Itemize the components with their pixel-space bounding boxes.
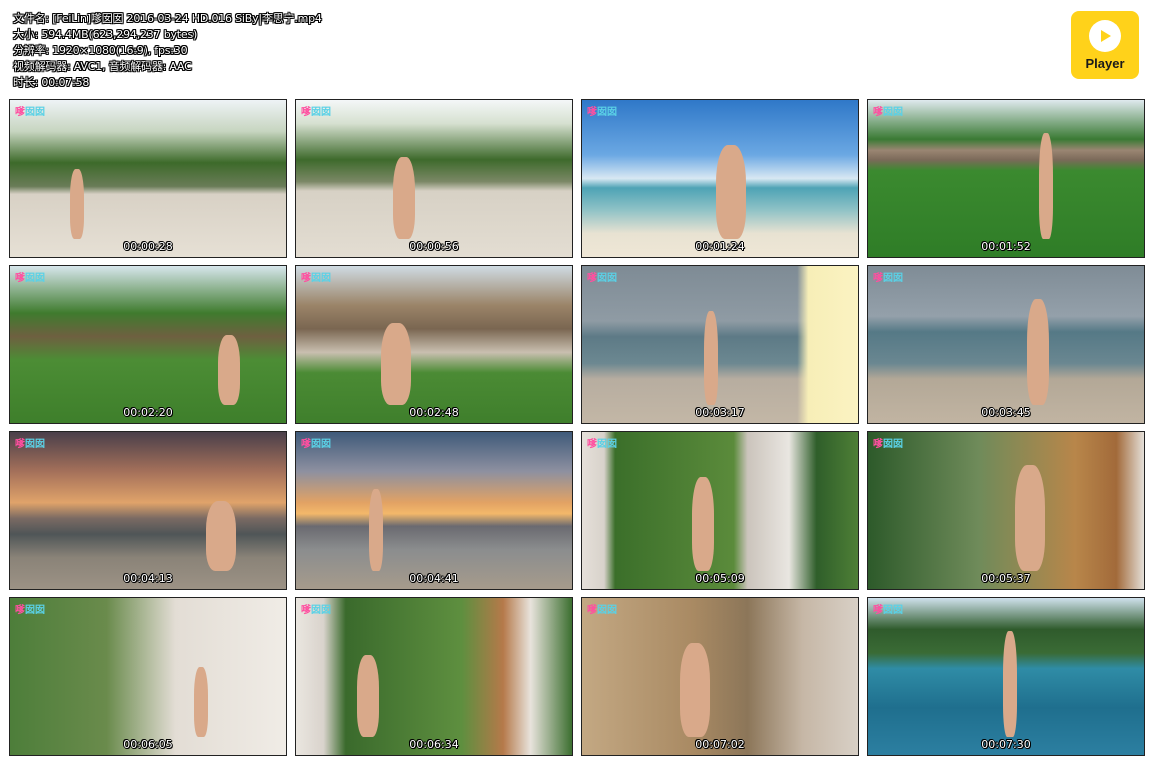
thumbnail-image: [10, 432, 286, 589]
video-thumbnail[interactable]: 嗲囡囡 00:00:28: [9, 99, 287, 258]
watermark-logo: 嗲囡囡: [15, 605, 45, 616]
thumbnail-image: [582, 598, 858, 755]
timestamp-label: 00:05:37: [981, 572, 1031, 585]
timestamp-label: 00:00:56: [409, 240, 459, 253]
person-figure: [206, 501, 236, 571]
watermark-logo: 嗲囡囡: [15, 439, 45, 450]
video-thumbnail[interactable]: 嗲囡囡 00:05:09: [581, 431, 859, 590]
person-figure: [1027, 299, 1049, 405]
player-button[interactable]: Player: [1071, 11, 1139, 79]
watermark-logo: 嗲囡囡: [15, 273, 45, 284]
codec-text: 视频解码器: AVC1, 音频解码器: AAC: [13, 60, 192, 73]
person-figure: [393, 157, 415, 239]
watermark-logo: 嗲囡囡: [587, 605, 617, 616]
video-thumbnail[interactable]: 嗲囡囡 00:06:05: [9, 597, 287, 756]
thumbnail-image: [582, 266, 858, 423]
timestamp-label: 00:02:20: [123, 406, 173, 419]
thumbnail-image: [868, 100, 1144, 257]
timestamp-label: 00:01:52: [981, 240, 1031, 253]
thumbnail-image: [868, 432, 1144, 589]
watermark-logo: 嗲囡囡: [301, 273, 331, 284]
watermark-logo: 嗲囡囡: [587, 439, 617, 450]
timestamp-label: 00:07:02: [695, 738, 745, 751]
video-thumbnail[interactable]: 嗲囡囡 00:02:48: [295, 265, 573, 424]
watermark-logo: 嗲囡囡: [15, 107, 45, 118]
timestamp-label: 00:04:13: [123, 572, 173, 585]
thumbnail-grid: 嗲囡囡 00:00:28 嗲囡囡 00:00:56 嗲囡囡 00:01:24 嗲囡囡 00:0…: [9, 99, 1145, 756]
watermark-logo: 嗲囡囡: [873, 107, 903, 118]
video-thumbnail[interactable]: 嗲囡囡 00:05:37: [867, 431, 1145, 590]
file-name-text: 文件名: [FeiLin]嗲囡囡 2016-03-24 HD.016 SiBy|…: [13, 12, 322, 25]
video-thumbnail[interactable]: 嗲囡囡 00:01:52: [867, 99, 1145, 258]
video-thumbnail[interactable]: 嗲囡囡 00:06:34: [295, 597, 573, 756]
timestamp-label: 00:03:17: [695, 406, 745, 419]
timestamp-label: 00:03:45: [981, 406, 1031, 419]
person-figure: [704, 311, 718, 405]
thumbnail-image: [296, 100, 572, 257]
person-figure: [369, 489, 383, 571]
person-figure: [680, 643, 710, 737]
resolution-text: 分辨率: 1920×1080(16:9), fps:30: [13, 44, 188, 57]
thumbnail-image: [296, 598, 572, 755]
watermark-logo: 嗲囡囡: [873, 605, 903, 616]
timestamp-label: 00:06:05: [123, 738, 173, 751]
timestamp-label: 00:02:48: [409, 406, 459, 419]
thumbnail-image: [10, 598, 286, 755]
person-figure: [357, 655, 379, 737]
watermark-logo: 嗲囡囡: [873, 439, 903, 450]
timestamp-label: 00:06:34: [409, 738, 459, 751]
timestamp-label: 00:01:24: [695, 240, 745, 253]
video-thumbnail[interactable]: 嗲囡囡 00:04:41: [295, 431, 573, 590]
video-thumbnail[interactable]: 嗲囡囡 00:04:13: [9, 431, 287, 590]
video-thumbnail[interactable]: 嗲囡囡 00:00:56: [295, 99, 573, 258]
person-figure: [1003, 631, 1017, 737]
thumbnail-image: [582, 432, 858, 589]
duration-text: 时长: 00:07:58: [13, 76, 90, 89]
watermark-logo: 嗲囡囡: [301, 605, 331, 616]
person-figure: [70, 169, 84, 239]
video-thumbnail[interactable]: 嗲囡囡 00:03:17: [581, 265, 859, 424]
file-size-text: 大小: 594.4MB(623,294,237 bytes): [13, 28, 198, 41]
video-thumbnail[interactable]: 嗲囡囡 00:07:30: [867, 597, 1145, 756]
person-figure: [381, 323, 411, 405]
video-thumbnail[interactable]: 嗲囡囡 00:03:45: [867, 265, 1145, 424]
person-figure: [692, 477, 714, 571]
person-figure: [1015, 465, 1045, 571]
video-thumbnail[interactable]: 嗲囡囡 00:01:24: [581, 99, 859, 258]
watermark-logo: 嗲囡囡: [301, 439, 331, 450]
watermark-logo: 嗲囡囡: [873, 273, 903, 284]
timestamp-label: 00:00:28: [123, 240, 173, 253]
person-figure: [194, 667, 208, 737]
timestamp-label: 00:07:30: [981, 738, 1031, 751]
thumbnail-image: [10, 266, 286, 423]
video-thumbnail[interactable]: 嗲囡囡 00:07:02: [581, 597, 859, 756]
timestamp-label: 00:05:09: [695, 572, 745, 585]
watermark-logo: 嗲囡囡: [301, 107, 331, 118]
watermark-logo: 嗲囡囡: [587, 107, 617, 118]
play-icon: [1089, 19, 1121, 52]
timestamp-label: 00:04:41: [409, 572, 459, 585]
watermark-logo: 嗲囡囡: [587, 273, 617, 284]
thumbnail-image: [296, 432, 572, 589]
video-thumbnail[interactable]: 嗲囡囡 00:02:20: [9, 265, 287, 424]
person-figure: [218, 335, 240, 405]
thumbnail-image: [10, 100, 286, 257]
person-figure: [716, 145, 746, 239]
thumbnail-image: [868, 266, 1144, 423]
person-figure: [1039, 133, 1053, 239]
player-label: Player: [1085, 55, 1125, 71]
file-info-header: 文件名: [FeiLin]嗲囡囡 2016-03-24 HD.016 SiBy|…: [13, 11, 322, 91]
thumbnail-image: [296, 266, 572, 423]
